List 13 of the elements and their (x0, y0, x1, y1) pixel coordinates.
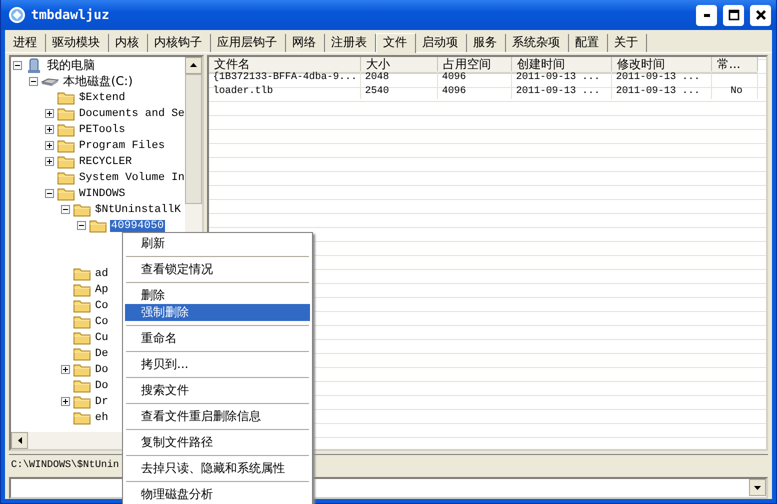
table-cell: 2048 (361, 70, 438, 85)
table-cell: 2011-09-13 ... (512, 70, 612, 85)
table-cell: 2540 (361, 84, 438, 99)
table-cell: 2011-09-13 ... (612, 84, 712, 99)
table-cell: 2011-09-13 ... (612, 70, 712, 85)
table-cell: No (712, 84, 758, 99)
table-cell: 4096 (438, 84, 512, 99)
path-text: C:\WINDOWS\$NtUnin (10, 460, 120, 471)
window-title: tmbdawljuz (31, 8, 110, 22)
table-cell: 2011-09-13 ... (512, 84, 612, 99)
table-cell: 4096 (438, 70, 512, 85)
table-cell: {1B372133-BFFA-4dba-9... (209, 70, 361, 85)
table-cell: loader.tlb (209, 84, 361, 99)
